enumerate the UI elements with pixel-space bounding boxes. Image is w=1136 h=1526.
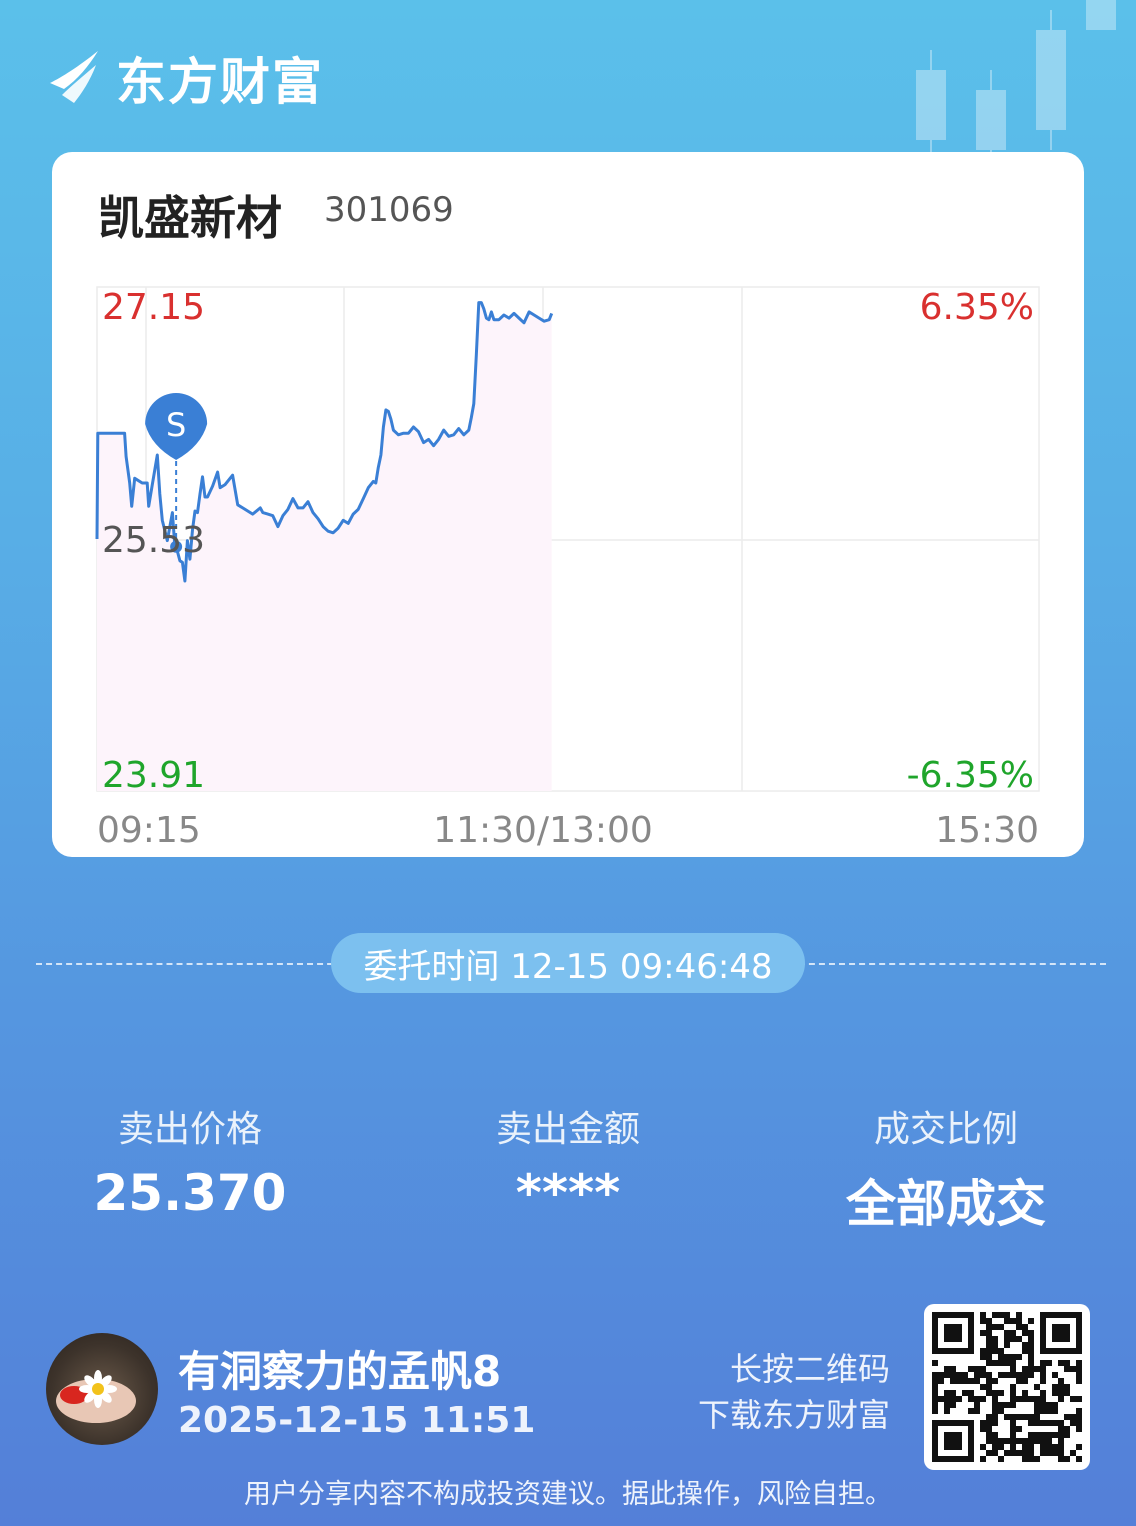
stat-sell-price: 卖出价格 25.370 [40, 1100, 340, 1222]
stat-value: 全部成交 [846, 1175, 1046, 1233]
stat-value: **** [515, 1164, 621, 1222]
x-tick-label-midday: 11:30/13:00 [433, 810, 653, 851]
y-max-price-label: 27.15 [102, 287, 205, 328]
daisy-avatar-icon [56, 1370, 136, 1423]
share-time: 2025-12-15 11:51 [178, 1400, 536, 1441]
stat-label: 成交比例 [873, 1109, 1018, 1150]
qr-hint-line1: 长按二维码 [729, 1350, 890, 1388]
order-time-text: 委托时间 12-15 09:46:48 [363, 946, 773, 987]
stat-label: 卖出价格 [117, 1109, 262, 1150]
qr-hint-line2: 下载东方财富 [697, 1396, 890, 1434]
qr-code[interactable] [924, 1304, 1090, 1470]
user-name: 有洞察力的孟帆8 [178, 1347, 502, 1396]
sell-marker-label: S [166, 406, 186, 444]
qr-code-icon [932, 1312, 1082, 1462]
app-logo: 东方财富 [44, 42, 324, 114]
stock-chart-card: 凯盛新材 301069 S 27.15 25.53 23.91 6.35% -6… [52, 152, 1084, 857]
disclaimer: 用户分享内容不构成投资建议。据此操作，风险自担。 [244, 1479, 892, 1510]
x-tick-label-close: 15:30 [935, 810, 1039, 851]
y-min-price-label: 23.91 [102, 755, 205, 796]
eastmoney-logo-icon [50, 51, 98, 103]
stat-value: 25.370 [93, 1164, 287, 1222]
stat-fill-ratio: 成交比例 全部成交 [796, 1100, 1096, 1236]
x-tick-label-open: 09:15 [97, 810, 201, 851]
y-mid-price-label: 25.53 [102, 520, 205, 561]
stat-sell-amount: 卖出金额 **** [418, 1100, 718, 1222]
order-time-pill: 委托时间 12-15 09:46:48 [331, 933, 805, 993]
y-min-pct-label: -6.35% [907, 755, 1034, 796]
brand-name: 东方财富 [116, 53, 324, 111]
y-max-pct-label: 6.35% [920, 287, 1034, 328]
avatar[interactable] [46, 1333, 158, 1445]
qr-hint: 长按二维码 下载东方财富 [698, 1346, 890, 1438]
stat-label: 卖出金额 [495, 1109, 640, 1150]
intraday-chart: S 27.15 25.53 23.91 6.35% -6.35% 09:15 1… [95, 286, 1040, 851]
